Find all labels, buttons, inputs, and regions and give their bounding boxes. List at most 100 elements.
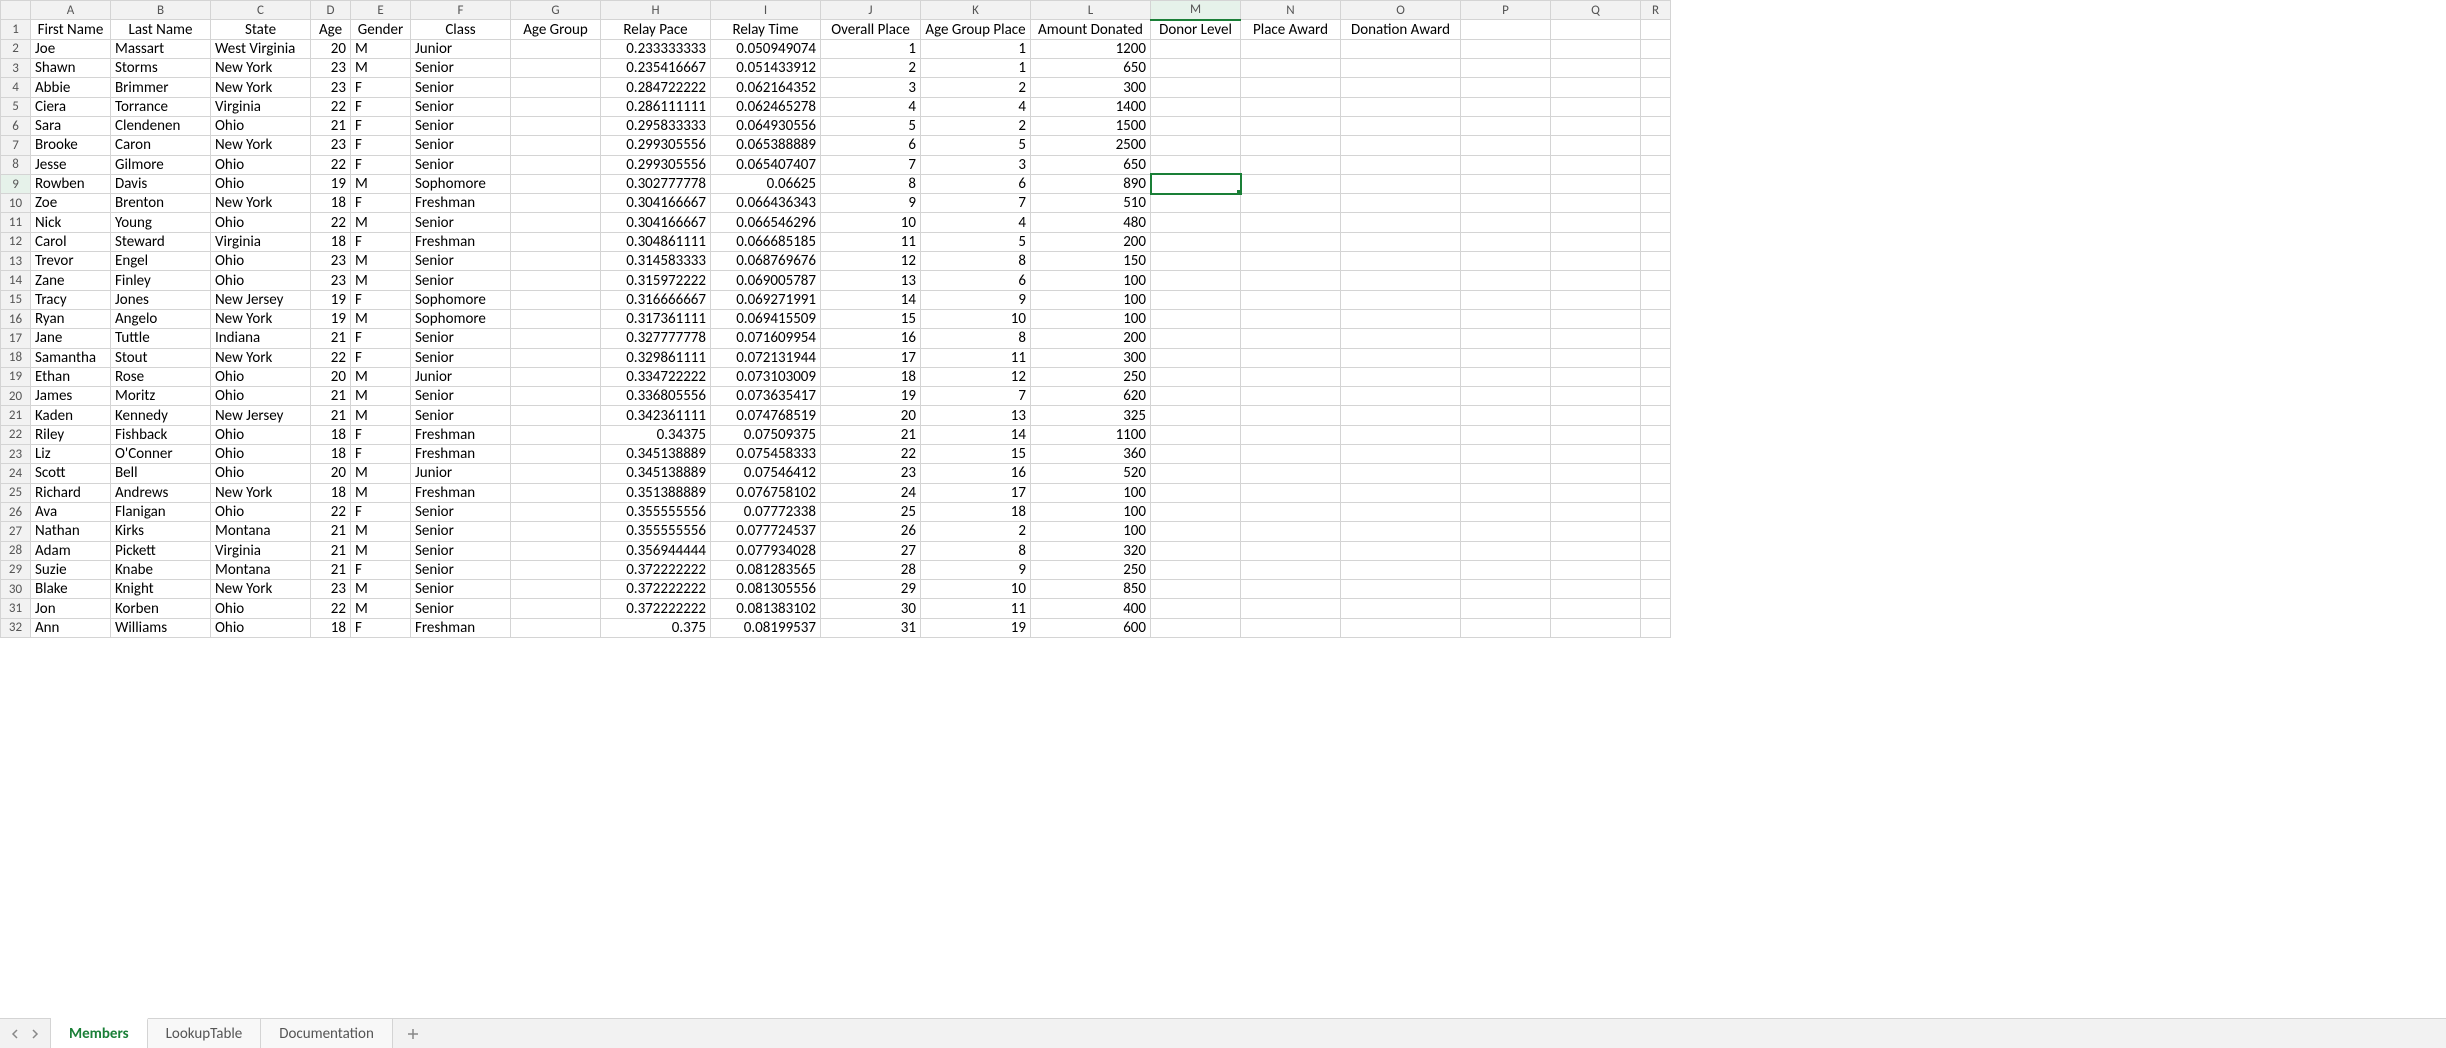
cell-H15[interactable]: 0.316666667 xyxy=(601,290,711,309)
cell-Q15[interactable] xyxy=(1551,290,1641,309)
cell-P26[interactable] xyxy=(1461,502,1551,521)
cell-I1[interactable]: Relay Time xyxy=(711,20,821,40)
cell-L27[interactable]: 100 xyxy=(1031,522,1151,541)
cell-R8[interactable] xyxy=(1641,155,1671,174)
cell-Q27[interactable] xyxy=(1551,522,1641,541)
cell-Q10[interactable] xyxy=(1551,194,1641,213)
cell-O30[interactable] xyxy=(1341,580,1461,599)
cell-O20[interactable] xyxy=(1341,387,1461,406)
cell-D32[interactable]: 18 xyxy=(311,618,351,637)
cell-A15[interactable]: Tracy xyxy=(31,290,111,309)
cell-R30[interactable] xyxy=(1641,580,1671,599)
cell-N14[interactable] xyxy=(1241,271,1341,290)
cell-A5[interactable]: Ciera xyxy=(31,97,111,116)
cell-K21[interactable]: 13 xyxy=(921,406,1031,425)
cell-F19[interactable]: Junior xyxy=(411,367,511,386)
cell-H3[interactable]: 0.235416667 xyxy=(601,59,711,78)
cell-G3[interactable] xyxy=(511,59,601,78)
cell-C23[interactable]: Ohio xyxy=(211,445,311,464)
cell-J27[interactable]: 26 xyxy=(821,522,921,541)
cell-M25[interactable] xyxy=(1151,483,1241,502)
cell-A25[interactable]: Richard xyxy=(31,483,111,502)
cell-O17[interactable] xyxy=(1341,329,1461,348)
cell-F27[interactable]: Senior xyxy=(411,522,511,541)
cell-H6[interactable]: 0.295833333 xyxy=(601,116,711,135)
cell-R21[interactable] xyxy=(1641,406,1671,425)
cell-L17[interactable]: 200 xyxy=(1031,329,1151,348)
cell-G5[interactable] xyxy=(511,97,601,116)
cell-R12[interactable] xyxy=(1641,232,1671,251)
cell-A14[interactable]: Zane xyxy=(31,271,111,290)
cell-F18[interactable]: Senior xyxy=(411,348,511,367)
cell-B25[interactable]: Andrews xyxy=(111,483,211,502)
cell-A26[interactable]: Ava xyxy=(31,502,111,521)
row-header-21[interactable]: 21 xyxy=(1,406,31,425)
cell-C6[interactable]: Ohio xyxy=(211,116,311,135)
column-header-E[interactable]: E xyxy=(351,1,411,20)
cell-D31[interactable]: 22 xyxy=(311,599,351,618)
cell-E3[interactable]: M xyxy=(351,59,411,78)
row-header-6[interactable]: 6 xyxy=(1,116,31,135)
cell-H31[interactable]: 0.372222222 xyxy=(601,599,711,618)
cell-F21[interactable]: Senior xyxy=(411,406,511,425)
cell-I6[interactable]: 0.064930556 xyxy=(711,116,821,135)
cell-G26[interactable] xyxy=(511,502,601,521)
cell-E26[interactable]: F xyxy=(351,502,411,521)
cell-K11[interactable]: 4 xyxy=(921,213,1031,232)
cell-C25[interactable]: New York xyxy=(211,483,311,502)
cell-O3[interactable] xyxy=(1341,59,1461,78)
cell-J18[interactable]: 17 xyxy=(821,348,921,367)
cell-F15[interactable]: Sophomore xyxy=(411,290,511,309)
cell-O2[interactable] xyxy=(1341,39,1461,58)
cell-G27[interactable] xyxy=(511,522,601,541)
cell-N20[interactable] xyxy=(1241,387,1341,406)
cell-K29[interactable]: 9 xyxy=(921,560,1031,579)
cell-C3[interactable]: New York xyxy=(211,59,311,78)
cell-N15[interactable] xyxy=(1241,290,1341,309)
cell-C13[interactable]: Ohio xyxy=(211,252,311,271)
cell-Q2[interactable] xyxy=(1551,39,1641,58)
cell-I24[interactable]: 0.07546412 xyxy=(711,464,821,483)
cell-R11[interactable] xyxy=(1641,213,1671,232)
cell-H24[interactable]: 0.345138889 xyxy=(601,464,711,483)
cell-C10[interactable]: New York xyxy=(211,194,311,213)
cell-Q28[interactable] xyxy=(1551,541,1641,560)
cell-K24[interactable]: 16 xyxy=(921,464,1031,483)
cell-A20[interactable]: James xyxy=(31,387,111,406)
cell-L4[interactable]: 300 xyxy=(1031,78,1151,97)
cell-P15[interactable] xyxy=(1461,290,1551,309)
cell-E9[interactable]: M xyxy=(351,174,411,193)
cell-J9[interactable]: 8 xyxy=(821,174,921,193)
row-header-9[interactable]: 9 xyxy=(1,174,31,193)
cell-B24[interactable]: Bell xyxy=(111,464,211,483)
cell-R22[interactable] xyxy=(1641,425,1671,444)
cell-L3[interactable]: 650 xyxy=(1031,59,1151,78)
cell-E14[interactable]: M xyxy=(351,271,411,290)
cell-H1[interactable]: Relay Pace xyxy=(601,20,711,40)
cell-R32[interactable] xyxy=(1641,618,1671,637)
cell-Q8[interactable] xyxy=(1551,155,1641,174)
cell-J8[interactable]: 7 xyxy=(821,155,921,174)
cell-F2[interactable]: Junior xyxy=(411,39,511,58)
cell-M12[interactable] xyxy=(1151,232,1241,251)
cell-R28[interactable] xyxy=(1641,541,1671,560)
cell-I26[interactable]: 0.07772338 xyxy=(711,502,821,521)
cell-B32[interactable]: Williams xyxy=(111,618,211,637)
cell-D14[interactable]: 23 xyxy=(311,271,351,290)
column-header-F[interactable]: F xyxy=(411,1,511,20)
cell-D25[interactable]: 18 xyxy=(311,483,351,502)
row-header-27[interactable]: 27 xyxy=(1,522,31,541)
cell-E12[interactable]: F xyxy=(351,232,411,251)
cell-N2[interactable] xyxy=(1241,39,1341,58)
cell-L30[interactable]: 850 xyxy=(1031,580,1151,599)
cell-D9[interactable]: 19 xyxy=(311,174,351,193)
cell-Q21[interactable] xyxy=(1551,406,1641,425)
cell-A8[interactable]: Jesse xyxy=(31,155,111,174)
row-header-23[interactable]: 23 xyxy=(1,445,31,464)
cell-J10[interactable]: 9 xyxy=(821,194,921,213)
cell-Q3[interactable] xyxy=(1551,59,1641,78)
column-header-D[interactable]: D xyxy=(311,1,351,20)
cell-M11[interactable] xyxy=(1151,213,1241,232)
cell-E25[interactable]: M xyxy=(351,483,411,502)
cell-E19[interactable]: M xyxy=(351,367,411,386)
